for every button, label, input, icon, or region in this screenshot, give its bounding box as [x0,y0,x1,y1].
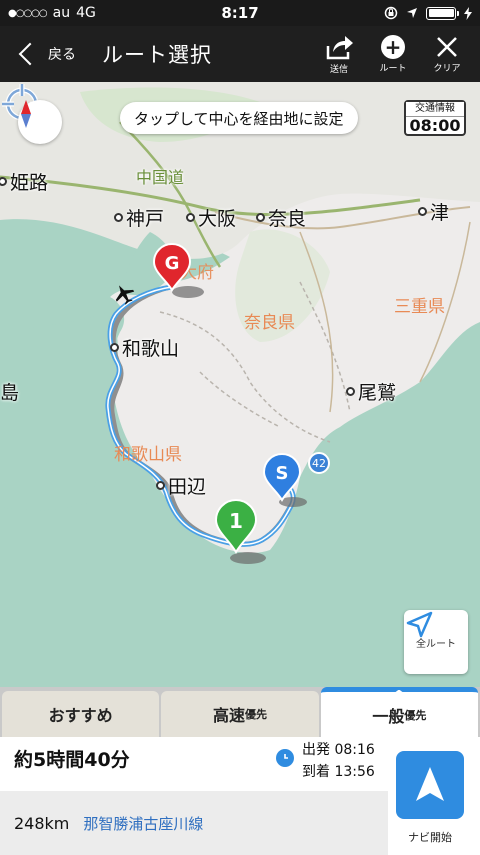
depart-label: 出発 [302,742,330,758]
depart-time: 08:16 [334,742,375,758]
route-map[interactable]: 姫路 神戸 大阪 奈良 津 和歌山 尾鷲 田辺 島 中国道 大府 奈良県 三重県… [0,82,480,687]
page-title: ルート選択 [102,43,212,67]
tab-general-road-priority[interactable]: 一般 優先 [320,687,478,737]
compass-icon [21,100,31,128]
city-label-osaka: 大阪 [186,204,236,231]
tab-recommended[interactable]: おすすめ [2,691,160,737]
tab-label: 一般 [372,706,405,726]
prefecture-label-wakayama: 和歌山県 [114,445,182,465]
route-option-tabs: おすすめ 高速 優先 一般 優先 [0,687,480,737]
battery-icon [426,6,459,20]
prefecture-label-mie: 三重県 [394,297,445,317]
navigation-bar: 戻る ルート選択 送信 + ルート クリア [0,26,480,82]
clear-button[interactable]: クリア [420,34,474,75]
tab-sub-label: 優先 [404,708,427,722]
prefecture-label-nara: 奈良県 [244,313,295,333]
goal-marker-letter: G [165,253,180,274]
map-canvas [0,82,480,564]
city-label-owase: 尾鷲 [346,378,396,405]
chevron-left-icon [18,42,42,66]
plus-circle-icon: + [381,34,405,59]
road-label-chugoku: 中国道 [136,168,185,187]
send-label: 送信 [329,64,348,75]
add-via-route-button[interactable]: + ルート [366,34,420,75]
status-left: ●○○○○ au 4G [8,5,96,21]
sea-area [0,312,118,511]
start-navigation-label: ナビ開始 [408,831,452,844]
start-navigation-button[interactable] [396,751,464,819]
tab-label: 高速 [212,706,245,725]
navigation-start-icon [416,767,444,801]
tab-label: おすすめ [48,706,113,725]
navigation-arrow-icon [406,611,433,638]
route-distance: 248km [14,813,70,833]
city-label-nara: 奈良 [256,204,306,231]
route-road-name[interactable]: 那智勝浦古座川線 [83,813,203,834]
signal-strength: ●○○○○ [8,7,48,19]
tab-highway-priority[interactable]: 高速 優先 [161,691,319,737]
route-duration: 約5時間40分 [14,749,130,771]
traffic-info-button[interactable]: 交通情報 08:00 [404,100,466,136]
status-right [384,6,472,20]
tab-sub-label: 優先 [245,708,267,721]
compass-button[interactable] [18,100,62,144]
back-label: 戻る [48,47,76,63]
goal-marker[interactable]: G [152,242,192,292]
status-bar: ●○○○○ au 4G 8:17 [0,0,480,26]
traffic-info-label: 交通情報 [406,102,464,116]
island-label-partial: 島 [0,382,20,404]
via-route-label: ルート [379,63,407,74]
start-marker-letter: S [276,463,289,484]
chevron-up-icon [390,690,409,698]
nav-actions: 送信 + ルート クリア [312,34,480,75]
via-point-hint: タップして中心を経由地に設定 [120,102,358,134]
waypoint-marker-number: 1 [229,509,243,533]
close-icon [437,36,457,57]
waypoint-marker[interactable]: 1 [214,498,258,554]
city-label-wakayama: 和歌山 [110,334,179,361]
city-label-kobe: 神戸 [114,204,164,231]
rotation-lock-icon [384,6,398,20]
location-arrow-icon [407,8,417,18]
traffic-info-time: 08:00 [406,116,464,135]
all-route-button[interactable]: 全ルート [404,610,468,674]
clock-icon [276,749,294,767]
highway-route-badge: 42 [308,452,330,474]
network-type: 4G [76,5,96,21]
share-icon [326,35,353,59]
arrive-time: 13:56 [334,764,375,780]
summary-distance-row: 248km 那智勝浦古座川線 [0,791,388,855]
charging-bolt-icon [464,6,472,20]
city-label-tanabe: 田辺 [156,472,206,499]
arrive-label: 到着 [302,764,330,780]
summary-time-row: 約5時間40分 出発 08:16 到着 13:56 [0,737,388,781]
city-label-tsu: 津 [418,198,449,225]
city-label-himeji: 姫路 [0,168,48,195]
route-summary: 約5時間40分 出発 08:16 到着 13:56 248km 那智勝浦古座川線… [0,737,480,855]
send-button[interactable]: 送信 [312,34,366,75]
start-marker[interactable]: S [262,452,302,502]
depart-arrive-times: 出発 08:16 到着 13:56 [302,739,375,783]
back-button[interactable]: 戻る [0,26,76,82]
carrier-name: au [52,5,71,21]
clear-label: クリア [433,63,461,74]
